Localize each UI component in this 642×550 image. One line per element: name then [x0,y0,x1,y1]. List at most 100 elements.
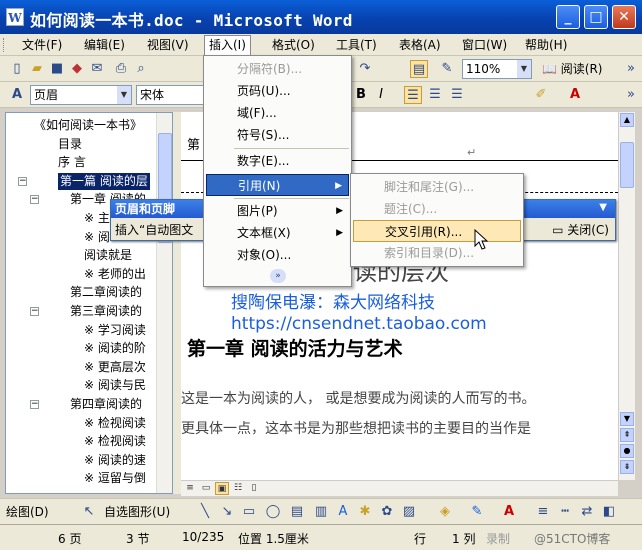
scroll-down-icon[interactable]: ▼ [620,412,634,426]
document-map-item[interactable]: ※ 更高层次 [84,359,146,376]
menubar-grip[interactable] [3,38,6,52]
email-icon[interactable]: ✉ [88,60,106,78]
document-map-item[interactable]: ※ 主 [84,210,110,227]
scrollbar-thumb[interactable] [620,142,634,188]
insert-picture-item[interactable]: 图片(P) ▶ [206,200,349,222]
scroll-up-icon[interactable]: ▲ [620,113,634,127]
zoom-select[interactable]: 110% ▼ [462,59,532,79]
insert-object-item[interactable]: 对象(O)... [206,244,349,266]
document-vertical-scrollbar[interactable]: ▲ ▼ ⇞ ● ⇟ [618,112,635,480]
document-map-item[interactable]: ※ 学习阅读 [84,322,146,339]
style-select[interactable]: 页眉 ▼ [30,85,132,105]
menu-format[interactable]: 格式(O) [268,36,319,54]
menu-tools[interactable]: 工具(T) [332,36,381,54]
bold-button[interactable]: B [352,86,370,104]
menu-edit[interactable]: 编辑(E) [80,36,129,54]
oval-icon[interactable]: ◯ [264,503,282,521]
browse-object-icon[interactable]: ● [620,444,634,458]
align-right-icon[interactable]: ☰ [448,86,466,104]
clipart-icon[interactable]: ✿ [378,503,396,521]
tree-collapse-icon[interactable]: − [30,400,39,409]
textbox-icon[interactable]: ▤ [288,503,306,521]
insert-number-item[interactable]: 数字(E)... [206,150,349,172]
cross-reference-item[interactable]: 交叉引用(R)... [353,220,521,242]
select-objects-icon[interactable]: ↖ [80,503,98,521]
line-color-icon[interactable]: ✎ [468,503,486,521]
autoshapes-button[interactable]: 自选图形(U) [104,503,170,521]
document-map-item[interactable]: ※ 检视阅读 [84,415,146,432]
permission-icon[interactable]: ◆ [68,60,86,78]
web-view-icon[interactable]: ▭ [199,482,213,495]
chevron-down-icon[interactable]: ▼ [117,86,131,104]
font-color-icon[interactable]: A [500,503,518,521]
tree-collapse-icon[interactable]: − [18,176,27,186]
chevron-down-icon[interactable]: ▼ [517,60,531,78]
menu-table[interactable]: 表格(A) [395,36,445,54]
rectangle-icon[interactable]: ▭ [240,503,258,521]
tree-collapse-icon[interactable]: − [30,307,39,316]
wordart-icon[interactable]: A [334,503,352,521]
close-window-button[interactable]: ✕ [612,5,636,29]
arrow-style-icon[interactable]: ⇄ [578,503,596,521]
pane-splitter[interactable] [173,112,181,494]
document-map-item[interactable]: 序 言 [58,154,86,171]
dash-style-icon[interactable]: ┅ [556,503,574,521]
line-style-icon[interactable]: ≡ [534,503,552,521]
next-page-icon[interactable]: ⇟ [620,460,634,474]
diagram-icon[interactable]: ✱ [356,503,374,521]
insert-textbox-item[interactable]: 文本框(X) ▶ [206,222,349,244]
document-map-item[interactable]: 第四章阅读的 [70,396,142,413]
insert-page-number-item[interactable]: 页码(U)... [206,80,349,102]
print-layout-icon[interactable]: ▣ [215,482,229,495]
insert-picture-icon[interactable]: ▨ [400,503,418,521]
insert-field-item[interactable]: 域(F)... [206,102,349,124]
insert-reference-item[interactable]: 引用(N) ▶ [206,174,349,196]
insert-symbol-item[interactable]: 符号(S)... [206,124,349,146]
align-justify-icon[interactable]: ☰ [426,86,444,104]
document-horizontal-scrollbar[interactable]: ≡ ▭ ▣ ☷ ▯ [181,480,618,496]
menu-help[interactable]: 帮助(H) [521,36,571,54]
draw-menu-button[interactable]: 绘图(D) [6,503,49,521]
document-map-item[interactable]: 第二章阅读的 [70,284,142,301]
toolbar-options-icon[interactable]: » [622,86,640,104]
line-icon[interactable]: ╲ [196,503,214,521]
vertical-textbox-icon[interactable]: ▥ [312,503,330,521]
insert-autotext-button[interactable]: 插入“自动图文 [115,221,193,238]
previous-page-icon[interactable]: ⇞ [620,428,634,442]
highlight-icon[interactable]: ✐ [532,86,550,104]
align-center-icon[interactable]: ☰ [404,86,422,104]
expand-menu-icon[interactable]: » [270,269,286,283]
save-icon[interactable]: ■ [48,60,66,78]
font-color-icon[interactable]: A [566,86,584,104]
document-map-item[interactable]: 目录 [58,136,82,153]
document-map-item[interactable]: 阅读就是 [84,247,132,264]
document-map-item[interactable]: ※ 阅 [84,229,110,246]
footnote-endnote-item[interactable]: 脚注和尾注(G)... [353,176,521,198]
read-mode-button[interactable]: 📖 阅读(R) [542,60,602,78]
reading-view-icon[interactable]: ▯ [247,482,261,495]
menu-insert[interactable]: 插入(I) [204,35,251,56]
caption-item[interactable]: 题注(C)... [353,198,521,220]
open-folder-icon[interactable]: ▰ [28,60,46,78]
document-map-item[interactable]: 第一篇 阅读的层 [58,172,150,190]
status-record[interactable]: 录制 [486,530,510,547]
document-map-item[interactable]: ※ 阅读的阶 [84,340,146,357]
minimize-button[interactable]: _ [556,5,580,29]
normal-view-icon[interactable]: ≡ [183,482,197,495]
outline-view-icon[interactable]: ☷ [231,482,245,495]
styles-pane-icon[interactable]: A [8,86,26,104]
arrow-icon[interactable]: ↘ [218,503,236,521]
document-map-item[interactable]: ※ 检视阅读 [84,433,146,450]
toolbar-options-icon[interactable]: » [622,60,640,78]
document-map-scrollbar[interactable] [156,113,172,493]
print-icon[interactable]: ⎙ [112,60,130,78]
new-document-icon[interactable]: ▯ [8,60,26,78]
header-view-icon[interactable]: ▤ [410,60,428,78]
tree-collapse-icon[interactable]: − [30,195,39,205]
insert-break-item[interactable]: 分隔符(B)... [206,58,349,80]
menu-file[interactable]: 文件(F) [18,36,66,54]
fill-color-icon[interactable]: ◈ [436,503,454,521]
print-preview-icon[interactable]: ⌕ [132,60,150,78]
italic-button[interactable]: I [372,86,390,104]
index-toc-item[interactable]: 索引和目录(D)... [353,242,521,264]
